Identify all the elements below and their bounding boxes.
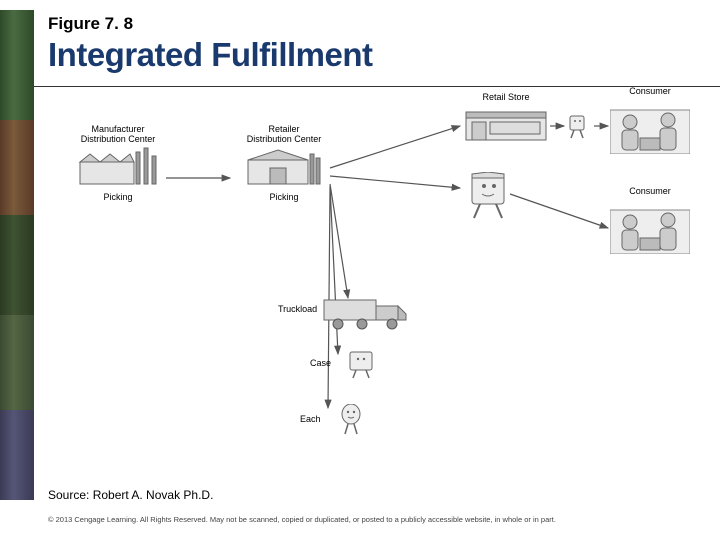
node-consumer-2: Consumer: [610, 200, 690, 256]
truck-icon: [322, 296, 412, 332]
label-picking-1: Picking: [103, 192, 132, 202]
label-mfg-dc-1: Manufacturer: [91, 124, 144, 134]
slide: Figure 7. 8 Integrated Fulfillment: [0, 0, 720, 540]
source-line: Source: Robert A. Novak Ph.D.: [48, 488, 213, 502]
package-walk-large-icon: [466, 172, 510, 220]
node-retailer-dc: Retailer Distribution Center Picking: [234, 146, 334, 188]
node-case: Case: [304, 350, 384, 382]
package-walk-icon: [566, 114, 588, 140]
title-divider: [34, 86, 720, 87]
label-case: Case: [310, 358, 331, 368]
node-each: Each: [294, 404, 374, 438]
sidebar-decoration: [0, 10, 34, 500]
node-retail-store: Retail Store: [462, 106, 550, 144]
label-retail-store: Retail Store: [482, 92, 529, 102]
copyright-line: © 2013 Cengage Learning. All Rights Rese…: [48, 515, 556, 524]
consumer-icon: [610, 100, 690, 154]
node-manufacturer-dc: Manufacturer Distribution Center Picking: [68, 146, 168, 188]
label-ret-dc-2: Distribution Center: [247, 134, 322, 144]
walking-package-small: [566, 114, 588, 145]
slide-title: Integrated Fulfillment: [48, 36, 700, 74]
label-each: Each: [300, 414, 321, 424]
each-package-icon: [339, 404, 363, 436]
label-mfg-dc-2: Distribution Center: [81, 134, 156, 144]
node-truckload: Truckload: [282, 296, 402, 334]
warehouse-icon: [244, 146, 324, 186]
flow-diagram: Manufacturer Distribution Center Picking…: [48, 98, 708, 468]
case-package-icon: [347, 350, 375, 380]
label-consumer-2: Consumer: [629, 186, 671, 196]
header: Figure 7. 8 Integrated Fulfillment: [48, 14, 700, 74]
label-consumer-1: Consumer: [629, 86, 671, 96]
label-truckload: Truckload: [278, 304, 317, 314]
consumer-icon: [610, 200, 690, 254]
factory-icon: [78, 146, 158, 186]
node-consumer-1: Consumer: [610, 100, 690, 156]
walking-package-large: [466, 172, 510, 225]
label-picking-2: Picking: [269, 192, 298, 202]
store-icon: [462, 106, 550, 142]
label-ret-dc-1: Retailer: [268, 124, 299, 134]
figure-number: Figure 7. 8: [48, 14, 700, 34]
